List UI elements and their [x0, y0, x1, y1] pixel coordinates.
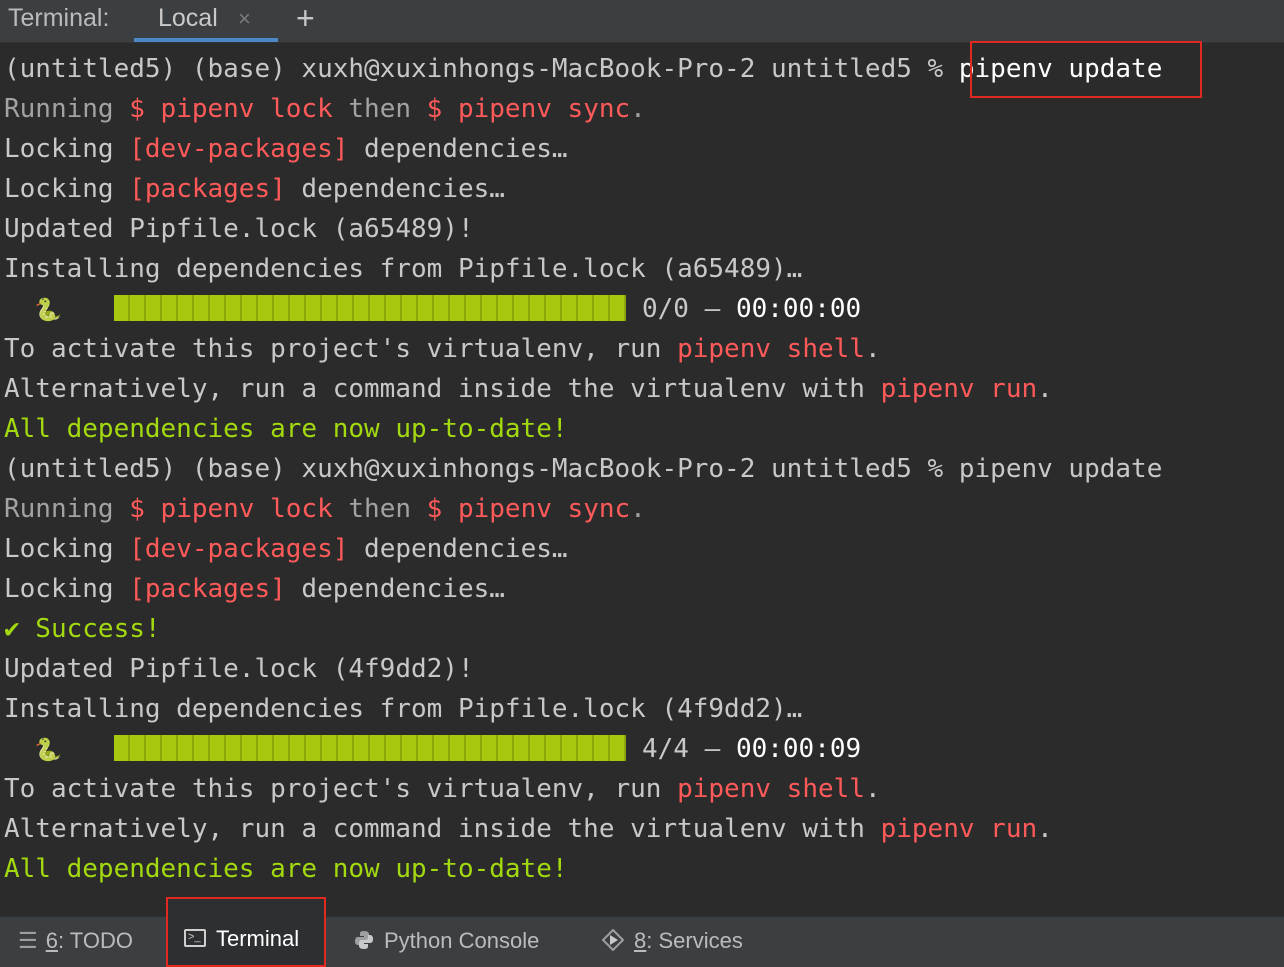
- command-text: pipenv update: [958, 454, 1163, 484]
- success-line: ✔ Success!: [4, 614, 161, 644]
- todo-number: 6: [45, 928, 58, 953]
- close-icon[interactable]: ×: [238, 6, 251, 32]
- python-console-button[interactable]: Python Console: [354, 917, 539, 967]
- terminal-tab-bar: Terminal: Local × +: [0, 0, 1284, 43]
- activate-cmd: pipenv shell: [677, 774, 865, 804]
- prompt-text: (untitled5) (base) xuxh@xuxinhongs-MacBo…: [4, 54, 959, 84]
- locking-packages-line: Locking [packages] dependencies…: [4, 569, 1280, 609]
- updated-line: Updated Pipfile.lock (4f9dd2)!: [4, 654, 474, 684]
- dev-packages-text: [dev-packages]: [129, 534, 349, 564]
- terminal-output[interactable]: (untitled5) (base) xuxh@xuxinhongs-MacBo…: [4, 49, 1280, 889]
- packages-text: [packages]: [129, 174, 286, 204]
- running-line: Running $ pipenv lock then $ pipenv sync…: [4, 489, 1280, 529]
- terminal-title-label: Terminal:: [8, 4, 110, 32]
- prompt-line: (untitled5) (base) xuxh@xuxinhongs-MacBo…: [4, 449, 1280, 489]
- locking-dev-line: Locking [dev-packages] dependencies…: [4, 529, 1280, 569]
- activate-cmd: pipenv shell: [677, 334, 865, 364]
- activate-line: To activate this project's virtualenv, r…: [4, 329, 1280, 369]
- activate-line: To activate this project's virtualenv, r…: [4, 769, 1280, 809]
- dependencies-text: dependencies…: [348, 134, 568, 164]
- dependencies-text: dependencies…: [285, 574, 505, 604]
- progress-count: 0/0: [642, 294, 689, 324]
- terminal-icon: >_: [184, 929, 206, 948]
- dev-packages-text: [dev-packages]: [129, 134, 349, 164]
- all-ok-line: All dependencies are now up-to-date!: [4, 414, 568, 444]
- running-prefix: Running: [4, 94, 130, 124]
- list-icon: ☰: [18, 928, 38, 953]
- updated-line: Updated Pipfile.lock (a65489)!: [4, 214, 474, 244]
- snake-icon: 🐍: [34, 298, 62, 323]
- python-icon: [355, 931, 373, 950]
- activate-text: To activate this project's virtualenv, r…: [4, 774, 678, 804]
- period: .: [630, 494, 646, 524]
- terminal-label: Terminal: [216, 926, 300, 951]
- packages-text: [packages]: [129, 574, 286, 604]
- progress-bar: [114, 734, 626, 761]
- tool-window-bar: ☰ 6: TODO >_ Terminal Python Console 8: Se…: [0, 897, 1284, 967]
- installing-line: Installing dependencies from Pipfile.loc…: [4, 694, 803, 724]
- services-number: 8: [634, 928, 647, 953]
- period: .: [1037, 814, 1053, 844]
- cmd-sync: $ pipenv sync: [426, 494, 631, 524]
- locking-dev-line: Locking [dev-packages] dependencies…: [4, 129, 1280, 169]
- progress-line: 🐍 4/4 — 00:00:09: [4, 729, 1280, 769]
- alternative-line: Alternatively, run a command inside the …: [4, 809, 1280, 849]
- locking-text: Locking: [4, 534, 130, 564]
- locking-text: Locking: [4, 574, 130, 604]
- command-highlight-box: [970, 41, 1202, 98]
- cmd-lock: $ pipenv lock: [129, 94, 333, 124]
- plus-icon[interactable]: +: [296, 0, 315, 37]
- running-prefix: Running: [4, 494, 130, 524]
- progress-sep: —: [688, 294, 736, 324]
- period: .: [864, 774, 881, 804]
- progress-time: 00:00:00: [735, 294, 862, 324]
- tab-local[interactable]: Local ×: [134, 0, 278, 42]
- then-text: then: [332, 494, 427, 524]
- alternative-text: Alternatively, run a command inside the …: [4, 814, 881, 844]
- alternative-cmd: pipenv run: [880, 374, 1038, 404]
- activate-text: To activate this project's virtualenv, r…: [4, 334, 678, 364]
- installing-line: Installing dependencies from Pipfile.loc…: [4, 254, 803, 284]
- cmd-lock: $ pipenv lock: [129, 494, 333, 524]
- dependencies-text: dependencies…: [348, 534, 568, 564]
- alternative-line: Alternatively, run a command inside the …: [4, 369, 1280, 409]
- services-icon: [602, 929, 624, 952]
- alternative-cmd: pipenv run: [880, 814, 1038, 844]
- progress-count: 4/4: [642, 734, 689, 764]
- period: .: [1037, 374, 1053, 404]
- snake-icon: 🐍: [34, 738, 62, 763]
- all-ok-line: All dependencies are now up-to-date!: [4, 854, 568, 884]
- then-text: then: [332, 94, 427, 124]
- python-console-label: Python Console: [384, 928, 540, 953]
- locking-text: Locking: [4, 174, 130, 204]
- progress-time: 00:00:09: [735, 734, 862, 764]
- progress-sep: —: [688, 734, 736, 764]
- terminal-button[interactable]: >_ Terminal: [166, 897, 326, 967]
- prompt-text: (untitled5) (base) xuxh@xuxinhongs-MacBo…: [4, 454, 959, 484]
- tab-local-label: Local: [158, 4, 218, 32]
- locking-packages-line: Locking [packages] dependencies…: [4, 169, 1280, 209]
- cmd-sync: $ pipenv sync: [426, 94, 631, 124]
- services-label: : Services: [646, 928, 743, 953]
- services-button[interactable]: 8: Services: [602, 917, 743, 967]
- locking-text: Locking: [4, 134, 130, 164]
- period: .: [864, 334, 881, 364]
- todo-button[interactable]: ☰ 6: TODO: [18, 917, 133, 967]
- progress-line: 🐍 0/0 — 00:00:00: [4, 289, 1280, 329]
- alternative-text: Alternatively, run a command inside the …: [4, 374, 881, 404]
- period: .: [630, 94, 646, 124]
- todo-label: : TODO: [57, 928, 133, 953]
- progress-bar: [114, 294, 626, 321]
- dependencies-text: dependencies…: [285, 174, 505, 204]
